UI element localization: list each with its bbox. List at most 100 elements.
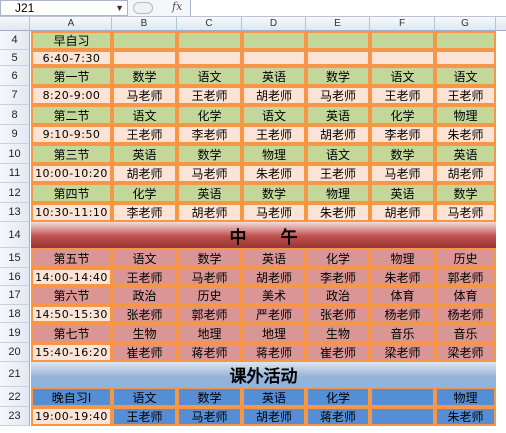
cell-c23[interactable]: 马老师	[177, 407, 242, 426]
cell-f11[interactable]: 马老师	[370, 164, 435, 183]
row-header-9[interactable]: 9	[0, 125, 30, 144]
cell-f15[interactable]: 物理	[370, 248, 435, 268]
cell-e23[interactable]: 蒋老师	[306, 407, 370, 426]
row-header-17[interactable]: 17	[0, 286, 30, 305]
row-header-12[interactable]: 12	[0, 183, 30, 203]
cell-d7[interactable]: 胡老师	[242, 86, 306, 105]
row-header-7[interactable]: 7	[0, 86, 30, 105]
cell-c10[interactable]: 数学	[177, 144, 242, 164]
cell-f6[interactable]: 语文	[370, 66, 435, 86]
cell-c9[interactable]: 李老师	[177, 125, 242, 144]
cell-b17[interactable]: 政治	[112, 286, 177, 305]
cell-d23[interactable]: 胡老师	[242, 407, 306, 426]
cell-f17[interactable]: 体育	[370, 286, 435, 305]
formula-input[interactable]	[190, 0, 506, 16]
cell-f5[interactable]	[370, 50, 435, 66]
row-header-19[interactable]: 19	[0, 323, 30, 343]
select-all-corner[interactable]	[0, 17, 30, 31]
column-header-a[interactable]: A	[31, 17, 112, 31]
column-header-g[interactable]: G	[435, 17, 496, 31]
row-header-14[interactable]: 14	[0, 222, 30, 248]
cell-f7[interactable]: 王老师	[370, 86, 435, 105]
cell-c6[interactable]: 语文	[177, 66, 242, 86]
cell-d8[interactable]: 语文	[242, 105, 306, 125]
cell-b13[interactable]: 李老师	[112, 203, 177, 222]
cell-c19[interactable]: 地理	[177, 323, 242, 343]
cell-e5[interactable]	[306, 50, 370, 66]
cell-c16[interactable]: 马老师	[177, 268, 242, 286]
cell-e6[interactable]: 数学	[306, 66, 370, 86]
cell-g8[interactable]: 物理	[435, 105, 496, 125]
row-header-18[interactable]: 18	[0, 305, 30, 323]
cell-f12[interactable]: 英语	[370, 183, 435, 203]
cell-e10[interactable]: 语文	[306, 144, 370, 164]
cell-e12[interactable]: 物理	[306, 183, 370, 203]
cell-d16[interactable]: 胡老师	[242, 268, 306, 286]
cell-b4[interactable]	[112, 31, 177, 50]
cell-b22[interactable]: 语文	[112, 387, 177, 407]
cell-a23[interactable]: 19:00-19:40	[31, 407, 112, 426]
cell-b5[interactable]	[112, 50, 177, 66]
cell-a18[interactable]: 14:50-15:30	[31, 305, 112, 323]
cell-e11[interactable]: 王老师	[306, 164, 370, 183]
formula-bar-handle[interactable]	[133, 2, 153, 14]
cell-g7[interactable]: 王老师	[435, 86, 496, 105]
cell-f19[interactable]: 音乐	[370, 323, 435, 343]
cell-c18[interactable]: 郭老师	[177, 305, 242, 323]
row-header-20[interactable]: 20	[0, 343, 30, 362]
cell-b23[interactable]: 王老师	[112, 407, 177, 426]
cell-d9[interactable]: 王老师	[242, 125, 306, 144]
cell-g9[interactable]: 朱老师	[435, 125, 496, 144]
cell-a12[interactable]: 第四节	[31, 183, 112, 203]
cell-c17[interactable]: 历史	[177, 286, 242, 305]
cell-e22[interactable]: 化学	[306, 387, 370, 407]
cell-a5[interactable]: 6:40-7:30	[31, 50, 112, 66]
cell-g23[interactable]: 朱老师	[435, 407, 496, 426]
cell-e15[interactable]: 化学	[306, 248, 370, 268]
cell-g4[interactable]	[435, 31, 496, 50]
cell-g19[interactable]: 音乐	[435, 323, 496, 343]
cell-e9[interactable]: 胡老师	[306, 125, 370, 144]
cell-b16[interactable]: 王老师	[112, 268, 177, 286]
cell-c20[interactable]: 蒋老师	[177, 343, 242, 362]
cell-c11[interactable]: 马老师	[177, 164, 242, 183]
row-header-22[interactable]: 22	[0, 387, 30, 407]
row-header-4[interactable]: 4	[0, 31, 30, 50]
cell-a17[interactable]: 第六节	[31, 286, 112, 305]
cell-c13[interactable]: 胡老师	[177, 203, 242, 222]
cell-g17[interactable]: 体育	[435, 286, 496, 305]
cell-a19[interactable]: 第七节	[31, 323, 112, 343]
cell-d22[interactable]: 英语	[242, 387, 306, 407]
cell-f22[interactable]	[370, 387, 435, 407]
cell-a9[interactable]: 9:10-9:50	[31, 125, 112, 144]
cell-c4[interactable]	[177, 31, 242, 50]
cell-g10[interactable]: 英语	[435, 144, 496, 164]
cell-g15[interactable]: 历史	[435, 248, 496, 268]
cell-c22[interactable]: 数学	[177, 387, 242, 407]
cell-f23[interactable]	[370, 407, 435, 426]
cell-e7[interactable]: 马老师	[306, 86, 370, 105]
row-header-23[interactable]: 23	[0, 407, 30, 426]
row-header-10[interactable]: 10	[0, 144, 30, 164]
cell-f13[interactable]: 胡老师	[370, 203, 435, 222]
activity-banner[interactable]: 课外活动	[31, 362, 496, 387]
cell-a22[interactable]: 晚自习Ⅰ	[31, 387, 112, 407]
cell-f10[interactable]: 数学	[370, 144, 435, 164]
cell-e4[interactable]	[306, 31, 370, 50]
cell-d4[interactable]	[242, 31, 306, 50]
row-header-5[interactable]: 5	[0, 50, 30, 66]
cell-a13[interactable]: 10:30-11:10	[31, 203, 112, 222]
cell-b15[interactable]: 语文	[112, 248, 177, 268]
column-header-d[interactable]: D	[242, 17, 306, 31]
cell-b12[interactable]: 化学	[112, 183, 177, 203]
cell-b19[interactable]: 生物	[112, 323, 177, 343]
cell-d19[interactable]: 地理	[242, 323, 306, 343]
cell-e13[interactable]: 朱老师	[306, 203, 370, 222]
cell-d12[interactable]: 数学	[242, 183, 306, 203]
cell-d5[interactable]	[242, 50, 306, 66]
cell-c5[interactable]	[177, 50, 242, 66]
column-header-f[interactable]: F	[370, 17, 435, 31]
cell-c7[interactable]: 王老师	[177, 86, 242, 105]
cell-e17[interactable]: 政治	[306, 286, 370, 305]
cell-c8[interactable]: 化学	[177, 105, 242, 125]
